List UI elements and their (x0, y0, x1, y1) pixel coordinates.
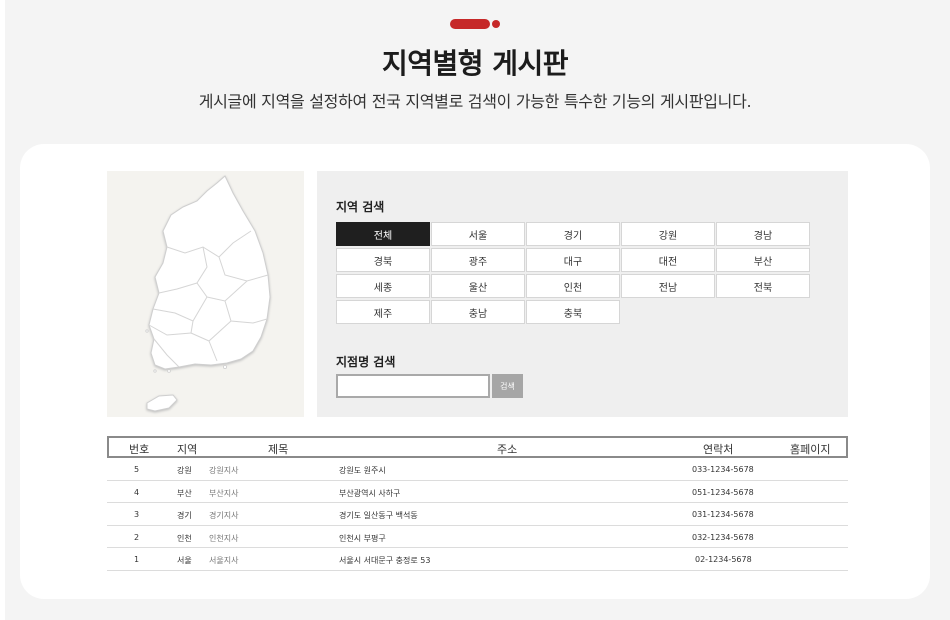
region-button[interactable]: 부산 (716, 248, 810, 272)
region-button[interactable]: 세종 (336, 274, 430, 298)
region-button[interactable]: 울산 (431, 274, 525, 298)
region-button[interactable]: 강원 (621, 222, 715, 246)
korea-map-icon[interactable] (107, 171, 304, 417)
table-body: 5 강원 강원지사 강원도 원주시 033-1234-5678 4 부산 부산지사 부산광역시 … (107, 458, 848, 571)
cell-branch: 경기지사 (209, 511, 239, 520)
table-header: 번호 지역 제목 주소 연락처 홈페이지 (107, 436, 848, 458)
search-panel: 지역 검색 전체 서울 경기 강원 경남경북 광주 대구 대전 부산세종 울산 인천 전남 전북제주 충남… (317, 171, 848, 417)
cell-contact: 051-1234-5678 (692, 487, 754, 497)
table-row[interactable]: 1 서울 서울지사 서울시 서대문구 충정로 53 02-1234-5678 (107, 548, 848, 571)
cell-branch: 부산지사 (209, 488, 239, 498)
search-button[interactable]: 검색 (492, 374, 523, 398)
region-button[interactable]: 충북 (526, 300, 620, 324)
cell-region: 강원 (177, 466, 192, 475)
region-search-label: 지역 검색 (336, 200, 385, 214)
region-button[interactable]: 제주 (336, 300, 430, 324)
page-subtitle: 게시글에 지역을 설정하여 전국 지역별로 검색이 가능한 특수한 기능의 게시… (198, 92, 752, 111)
cell-no: 4 (134, 487, 140, 497)
cell-region: 서울 (177, 556, 192, 565)
cell-region: 부산 (177, 488, 192, 498)
region-button[interactable]: 광주 (431, 248, 525, 272)
cell-no: 5 (134, 465, 140, 474)
cell-no: 2 (134, 532, 140, 542)
header-address: 주소 (497, 443, 518, 456)
map-jeju (146, 394, 178, 412)
table-row[interactable]: 3 경기 경기지사 경기도 일산동구 백석동 031-1234-5678 (107, 503, 848, 526)
cell-contact: 033-1234-5678 (692, 465, 754, 474)
region-button[interactable]: 전북 (716, 274, 810, 298)
branch-table: 번호 지역 제목 주소 연락처 홈페이지 5 강원 강원지사 강원도 원주시 033-1… (107, 436, 848, 571)
cell-address: 경기도 일산동구 백석동 (339, 511, 418, 520)
cell-region: 인천 (177, 533, 192, 543)
region-button[interactable]: 충남 (431, 300, 525, 324)
header-region: 지역 (177, 443, 198, 456)
header-homepage: 홈페이지 (790, 443, 831, 456)
cell-address: 부산광역시 사하구 (339, 488, 401, 498)
branch-search-label: 지점명 검색 (336, 355, 396, 369)
region-button[interactable]: 경기 (526, 222, 620, 246)
header-title: 제목 (268, 443, 289, 456)
cell-no: 1 (134, 555, 140, 564)
branch-search-input[interactable] (336, 374, 490, 398)
region-button[interactable]: 전남 (621, 274, 715, 298)
region-button-grid: 전체 서울 경기 강원 경남경북 광주 대구 대전 부산세종 울산 인천 전남 전북제주 충남 충북 (336, 222, 813, 324)
cell-address: 강원도 원주시 (339, 466, 386, 475)
cell-branch: 서울지사 (209, 556, 239, 565)
table-row[interactable]: 2 인천 인천지사 인천시 부평구 032-1234-5678 (107, 526, 848, 548)
map-panel (107, 171, 304, 417)
cell-region: 경기 (177, 511, 192, 520)
cell-branch: 강원지사 (209, 466, 239, 475)
cell-no: 3 (134, 510, 140, 519)
region-button[interactable]: 대구 (526, 248, 620, 272)
header-contact: 연락처 (703, 443, 734, 456)
region-button[interactable]: 인천 (526, 274, 620, 298)
cell-contact: 032-1234-5678 (692, 532, 754, 542)
table-row[interactable]: 4 부산 부산지사 부산광역시 사하구 051-1234-5678 (107, 481, 848, 503)
cell-contact: 031-1234-5678 (692, 510, 754, 519)
region-button[interactable]: 대전 (621, 248, 715, 272)
cell-address: 인천시 부평구 (339, 533, 386, 543)
header-no: 번호 (129, 443, 150, 456)
cell-contact: 02-1234-5678 (695, 555, 752, 564)
decoration-dot (492, 20, 500, 28)
region-button[interactable]: 경남 (716, 222, 810, 246)
page-title: 지역별형 게시판 (381, 47, 569, 80)
region-button[interactable]: 서울 (431, 222, 525, 246)
table-row[interactable]: 5 강원 강원지사 강원도 원주시 033-1234-5678 (107, 458, 848, 481)
title-decoration (450, 19, 502, 29)
board-card: 지역 검색 전체 서울 경기 강원 경남 경북 광주 대구 대전 부산 세종 울산 인천 전남 전북 제주 충남… (20, 144, 930, 599)
cell-address: 서울시 서대문구 충정로 53 (339, 556, 431, 565)
cell-branch: 인천지사 (209, 533, 239, 543)
region-button[interactable]: 경북 (336, 248, 430, 272)
decoration-pill (450, 19, 490, 29)
region-button[interactable]: 전체 (336, 222, 430, 246)
